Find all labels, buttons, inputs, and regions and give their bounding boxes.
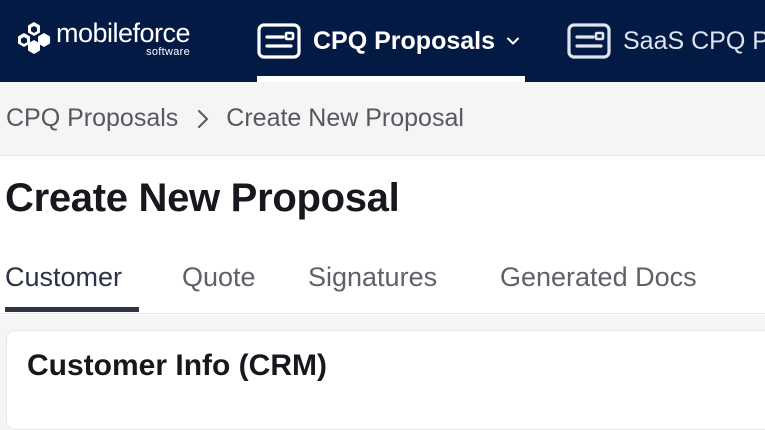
brand-name: mobileforce [56, 18, 191, 48]
nav-tab-cpq-proposals[interactable]: CPQ Proposals [257, 0, 521, 82]
logo-text: mobileforce software [56, 18, 191, 58]
breadcrumb: CPQ Proposals Create New Proposal [0, 82, 765, 156]
brand-tagline: software [146, 46, 191, 58]
tab-signatures[interactable]: Signatures [308, 262, 437, 293]
breadcrumb-link-cpq-proposals[interactable]: CPQ Proposals [6, 104, 178, 133]
mobileforce-logo-icon [18, 22, 50, 54]
section-tabs: Customer Quote Signatures Generated Docs [0, 240, 765, 314]
id-card-icon [257, 23, 301, 59]
nav-tab-label: CPQ Proposals [313, 26, 495, 55]
tab-customer[interactable]: Customer [5, 262, 122, 293]
customer-info-card: Customer Info (CRM) [6, 330, 765, 430]
nav-tab-label: SaaS CPQ P [623, 26, 765, 55]
nav-tab-saas-cpq[interactable]: SaaS CPQ P [567, 0, 765, 82]
tab-generated-docs[interactable]: Generated Docs [500, 262, 697, 293]
card-title: Customer Info (CRM) [27, 349, 327, 382]
page-title: Create New Proposal [5, 176, 400, 220]
tab-quote[interactable]: Quote [182, 262, 256, 293]
top-navigation-bar: mobileforce software CPQ Proposals SaaS … [0, 0, 765, 82]
active-tab-indicator [5, 307, 139, 312]
id-card-icon [567, 23, 611, 59]
breadcrumb-current: Create New Proposal [226, 104, 464, 132]
chevron-down-icon[interactable] [505, 33, 521, 49]
mobileforce-logo[interactable]: mobileforce software [16, 18, 191, 62]
chevron-right-icon [198, 109, 209, 128]
